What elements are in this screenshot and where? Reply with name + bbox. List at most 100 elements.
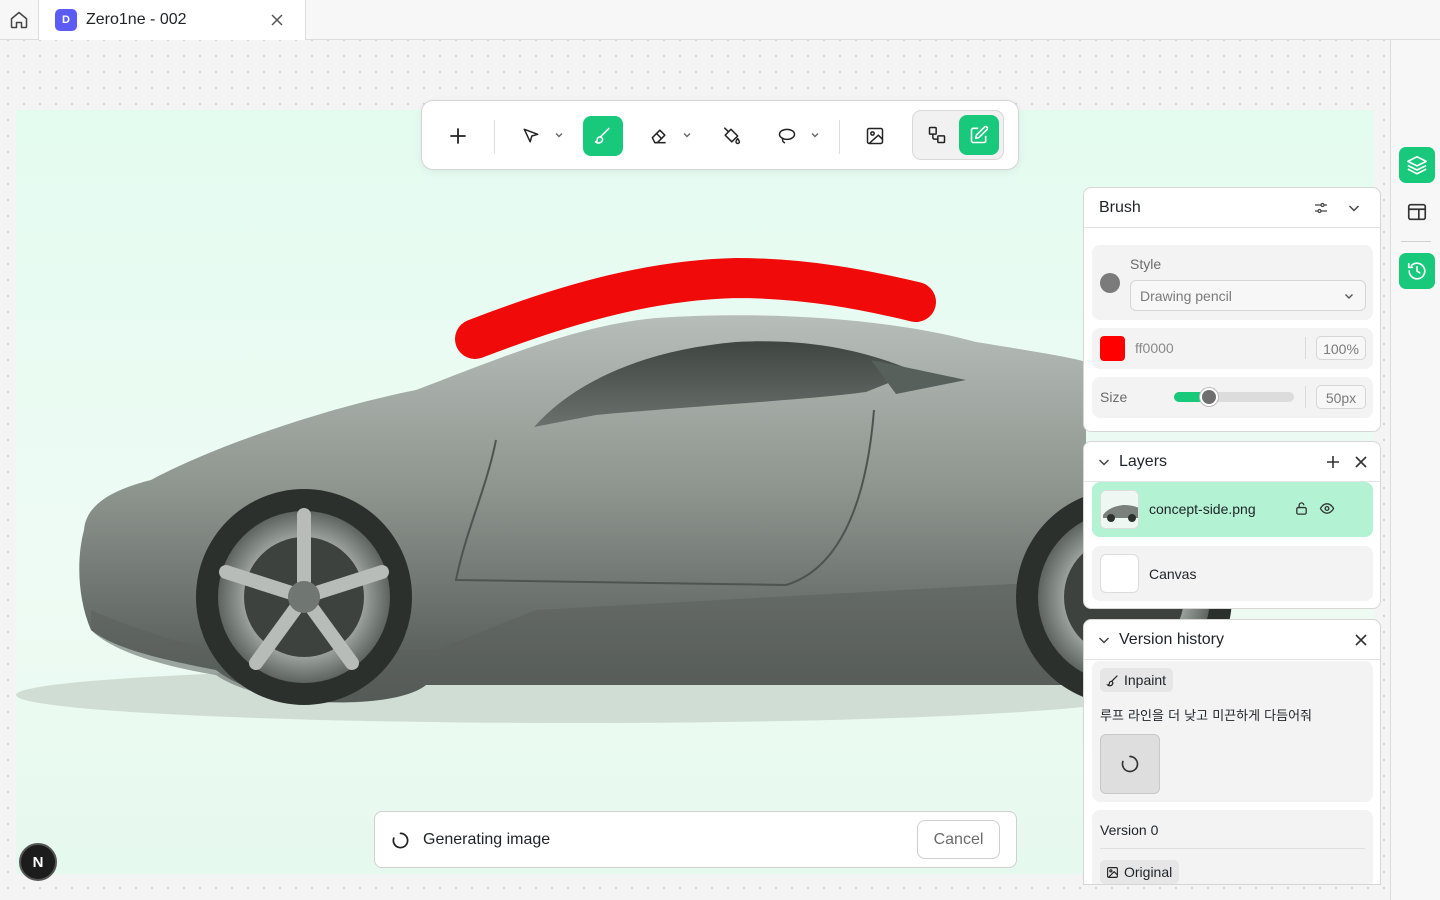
cancel-button[interactable]: Cancel (917, 820, 1000, 859)
unlock-icon[interactable] (1294, 501, 1309, 516)
layer-item[interactable]: Canvas (1092, 546, 1373, 601)
edit-mode-button[interactable] (959, 115, 999, 155)
mode-toggle-group (912, 110, 1004, 160)
settings-sliders-icon[interactable] (1313, 200, 1329, 216)
eraser-tool-button[interactable] (639, 116, 679, 156)
style-label: Style (1130, 256, 1162, 272)
version-panel-header: Version history (1084, 620, 1380, 660)
layer-name: Canvas (1149, 566, 1197, 582)
edit-icon (970, 125, 989, 144)
size-slider-thumb[interactable] (1200, 388, 1218, 406)
shapes-mode-button[interactable] (917, 115, 957, 155)
eye-icon[interactable] (1319, 501, 1335, 516)
brush-panel: Brush Style Drawing pencil ff0000 100% S… (1083, 187, 1381, 432)
opacity-input[interactable]: 100% (1316, 336, 1366, 360)
add-tool-button[interactable] (438, 116, 478, 156)
panel-layout-icon (1407, 203, 1427, 221)
cursor-icon (523, 128, 539, 143)
brush-icon (1106, 674, 1118, 686)
layers-icon (1407, 155, 1427, 175)
color-hex-input[interactable]: ff0000 (1135, 340, 1174, 356)
framework-badge[interactable]: N (19, 843, 57, 881)
layer-thumbnail (1100, 490, 1139, 529)
front-wheel (196, 489, 412, 705)
drawing-toolbar (421, 100, 1019, 170)
inpaint-tag-label: Inpaint (1124, 672, 1167, 688)
right-rail (1390, 40, 1440, 900)
tab-badge: D (55, 9, 77, 31)
layer-item[interactable]: concept-side.png (1092, 482, 1373, 537)
generating-text: Generating image (423, 831, 551, 848)
generating-status-bar: Generating image Cancel (374, 811, 1017, 868)
size-card: Size 50px (1092, 377, 1373, 418)
version-history-panel: Version history Inpaint 루프 라인을 더 낮고 미끈하게… (1083, 619, 1381, 885)
style-select[interactable]: Drawing pencil (1130, 280, 1366, 311)
home-button[interactable] (0, 0, 39, 40)
chevron-down-icon (1345, 294, 1353, 299)
style-select-value: Drawing pencil (1140, 288, 1232, 304)
spinner-icon (1121, 755, 1139, 773)
layer-name: concept-side.png (1149, 501, 1256, 517)
layers-panel-header: Layers (1084, 442, 1380, 482)
car-thumbnail (1101, 491, 1138, 528)
color-swatch[interactable] (1100, 336, 1125, 361)
chevron-down-icon[interactable] (1346, 200, 1362, 216)
plus-icon (450, 128, 466, 144)
home-icon (10, 11, 28, 29)
chevron-down-icon[interactable] (554, 130, 564, 140)
version-divider (1100, 848, 1365, 849)
paint-bucket-icon (723, 127, 741, 145)
close-icon[interactable] (1353, 454, 1369, 470)
history-icon (1407, 262, 1426, 280)
eraser-icon (651, 129, 666, 144)
size-divider (1305, 386, 1306, 408)
original-tag: Original (1100, 860, 1180, 884)
brush-icon (594, 127, 610, 144)
chevron-down-icon[interactable] (682, 130, 692, 140)
lasso-icon (778, 128, 796, 144)
original-tag-label: Original (1124, 864, 1173, 880)
size-input[interactable]: 50px (1316, 385, 1366, 409)
brush-panel-header: Brush (1084, 188, 1380, 228)
chevron-down-icon[interactable] (1096, 454, 1112, 470)
version-prompt: 루프 라인을 더 낮고 미끈하게 다듬어줘 (1100, 709, 1313, 724)
tab-document[interactable]: D Zero1ne - 002 (39, 0, 306, 40)
shapes-icon (928, 126, 946, 144)
history-toggle-button[interactable] (1399, 253, 1435, 289)
version-entry[interactable]: Version 0 Original (1092, 810, 1373, 884)
plus-icon[interactable] (1325, 454, 1341, 470)
select-tool-button[interactable] (511, 116, 551, 156)
fill-tool-button[interactable] (711, 116, 751, 156)
close-icon[interactable] (269, 12, 285, 28)
tab-bar: D Zero1ne - 002 (0, 0, 1440, 40)
color-divider (1305, 337, 1306, 359)
rail-divider (1401, 241, 1431, 242)
layer-thumbnail (1100, 554, 1139, 593)
chevron-down-icon[interactable] (1096, 632, 1112, 648)
brush-panel-title: Brush (1099, 199, 1141, 216)
tab-title: Zero1ne - 002 (86, 11, 187, 28)
version-thumbnail-loading (1100, 734, 1160, 794)
close-icon[interactable] (1353, 632, 1369, 648)
layers-panel-title: Layers (1119, 453, 1168, 470)
color-card: ff0000 100% (1092, 328, 1373, 369)
style-preview-dot (1100, 273, 1120, 293)
version-panel-title: Version history (1119, 631, 1224, 648)
layers-toggle-button[interactable] (1399, 147, 1435, 183)
size-slider-track[interactable] (1174, 388, 1294, 406)
version-label: Version 0 (1100, 822, 1159, 838)
toolbar-divider (494, 120, 495, 154)
chevron-down-icon[interactable] (810, 130, 820, 140)
version-entry[interactable]: Inpaint 루프 라인을 더 낮고 미끈하게 다듬어줘 (1092, 661, 1373, 802)
inpaint-tag: Inpaint (1100, 668, 1174, 692)
style-card: Style Drawing pencil (1092, 245, 1373, 320)
brush-tool-button[interactable] (583, 116, 623, 156)
image-tool-button[interactable] (855, 116, 895, 156)
lasso-tool-button[interactable] (767, 116, 807, 156)
toolbar-divider (839, 120, 840, 154)
spinner-icon (392, 832, 409, 849)
size-label: Size (1100, 389, 1128, 405)
image-upload-icon (866, 127, 884, 145)
image-icon (1107, 866, 1118, 878)
panel-layout-button[interactable] (1399, 194, 1435, 230)
